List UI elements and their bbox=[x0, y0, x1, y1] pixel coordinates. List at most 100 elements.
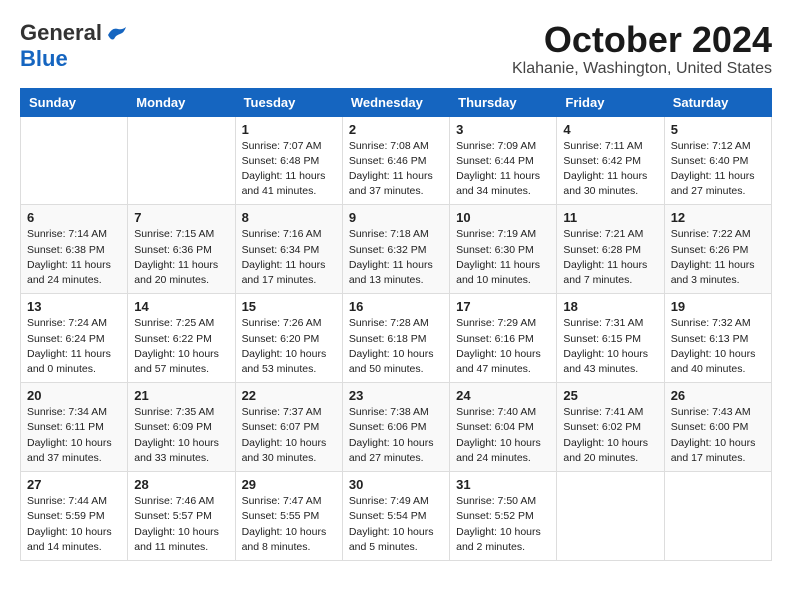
col-thursday: Thursday bbox=[450, 88, 557, 116]
day-number: 25 bbox=[563, 388, 657, 403]
day-number: 7 bbox=[134, 210, 228, 225]
calendar-header-row: Sunday Monday Tuesday Wednesday Thursday… bbox=[21, 88, 772, 116]
day-info: Sunrise: 7:14 AM Sunset: 6:38 PM Dayligh… bbox=[27, 227, 121, 288]
day-info: Sunrise: 7:16 AM Sunset: 6:34 PM Dayligh… bbox=[242, 227, 336, 288]
calendar-title: October 2024 bbox=[512, 20, 772, 60]
table-row bbox=[21, 116, 128, 205]
table-row: 22 Sunrise: 7:37 AM Sunset: 6:07 PM Dayli… bbox=[235, 383, 342, 472]
day-info: Sunrise: 7:18 AM Sunset: 6:32 PM Dayligh… bbox=[349, 227, 443, 288]
day-info: Sunrise: 7:46 AM Sunset: 5:57 PM Dayligh… bbox=[134, 494, 228, 555]
day-info: Sunrise: 7:28 AM Sunset: 6:18 PM Dayligh… bbox=[349, 316, 443, 377]
day-info: Sunrise: 7:44 AM Sunset: 5:59 PM Dayligh… bbox=[27, 494, 121, 555]
day-number: 14 bbox=[134, 299, 228, 314]
day-info: Sunrise: 7:37 AM Sunset: 6:07 PM Dayligh… bbox=[242, 405, 336, 466]
day-number: 13 bbox=[27, 299, 121, 314]
table-row: 28 Sunrise: 7:46 AM Sunset: 5:57 PM Dayli… bbox=[128, 472, 235, 561]
table-row: 2 Sunrise: 7:08 AM Sunset: 6:46 PM Daylig… bbox=[342, 116, 449, 205]
table-row: 23 Sunrise: 7:38 AM Sunset: 6:06 PM Dayli… bbox=[342, 383, 449, 472]
table-row: 30Sunrise: 7:49 AM Sunset: 5:54 PM Dayli… bbox=[342, 472, 449, 561]
table-row: 13 Sunrise: 7:24 AM Sunset: 6:24 PM Dayli… bbox=[21, 294, 128, 383]
day-number: 29 bbox=[242, 477, 336, 492]
table-row: 27 Sunrise: 7:44 AM Sunset: 5:59 PM Dayli… bbox=[21, 472, 128, 561]
day-info: Sunrise: 7:21 AM Sunset: 6:28 PM Dayligh… bbox=[563, 227, 657, 288]
table-row: 16 Sunrise: 7:28 AM Sunset: 6:18 PM Dayli… bbox=[342, 294, 449, 383]
day-info: Sunrise: 7:38 AM Sunset: 6:06 PM Dayligh… bbox=[349, 405, 443, 466]
table-row: 21Sunrise: 7:35 AM Sunset: 6:09 PM Dayli… bbox=[128, 383, 235, 472]
table-row: 25 Sunrise: 7:41 AM Sunset: 6:02 PM Dayli… bbox=[557, 383, 664, 472]
table-row: 4Sunrise: 7:11 AM Sunset: 6:42 PM Daylig… bbox=[557, 116, 664, 205]
day-info: Sunrise: 7:50 AM Sunset: 5:52 PM Dayligh… bbox=[456, 494, 550, 555]
col-sunday: Sunday bbox=[21, 88, 128, 116]
day-number: 15 bbox=[242, 299, 336, 314]
day-info: Sunrise: 7:22 AM Sunset: 6:26 PM Dayligh… bbox=[671, 227, 765, 288]
table-row: 31 Sunrise: 7:50 AM Sunset: 5:52 PM Dayli… bbox=[450, 472, 557, 561]
day-info: Sunrise: 7:41 AM Sunset: 6:02 PM Dayligh… bbox=[563, 405, 657, 466]
day-number: 5 bbox=[671, 122, 765, 137]
day-number: 4 bbox=[563, 122, 657, 137]
table-row: 10 Sunrise: 7:19 AM Sunset: 6:30 PM Dayli… bbox=[450, 205, 557, 294]
calendar-week-row: 13 Sunrise: 7:24 AM Sunset: 6:24 PM Dayli… bbox=[21, 294, 772, 383]
page-header: General Blue October 2024 Klahanie, Wash… bbox=[20, 20, 772, 78]
day-info: Sunrise: 7:26 AM Sunset: 6:20 PM Dayligh… bbox=[242, 316, 336, 377]
day-number: 28 bbox=[134, 477, 228, 492]
day-number: 18 bbox=[563, 299, 657, 314]
day-number: 10 bbox=[456, 210, 550, 225]
day-info: Sunrise: 7:09 AM Sunset: 6:44 PM Dayligh… bbox=[456, 139, 550, 200]
day-info: Sunrise: 7:12 AM Sunset: 6:40 PM Dayligh… bbox=[671, 139, 765, 200]
day-info: Sunrise: 7:49 AM Sunset: 5:54 PM Dayligh… bbox=[349, 494, 443, 555]
day-number: 26 bbox=[671, 388, 765, 403]
day-info: Sunrise: 7:40 AM Sunset: 6:04 PM Dayligh… bbox=[456, 405, 550, 466]
calendar-table: Sunday Monday Tuesday Wednesday Thursday… bbox=[20, 88, 772, 561]
day-number: 11 bbox=[563, 210, 657, 225]
day-number: 2 bbox=[349, 122, 443, 137]
logo-general: General bbox=[20, 20, 102, 46]
table-row: 29Sunrise: 7:47 AM Sunset: 5:55 PM Dayli… bbox=[235, 472, 342, 561]
col-wednesday: Wednesday bbox=[342, 88, 449, 116]
table-row: 19 Sunrise: 7:32 AM Sunset: 6:13 PM Dayli… bbox=[664, 294, 771, 383]
table-row: 18Sunrise: 7:31 AM Sunset: 6:15 PM Dayli… bbox=[557, 294, 664, 383]
day-info: Sunrise: 7:08 AM Sunset: 6:46 PM Dayligh… bbox=[349, 139, 443, 200]
day-number: 16 bbox=[349, 299, 443, 314]
table-row bbox=[664, 472, 771, 561]
day-info: Sunrise: 7:07 AM Sunset: 6:48 PM Dayligh… bbox=[242, 139, 336, 200]
day-number: 23 bbox=[349, 388, 443, 403]
table-row: 20 Sunrise: 7:34 AM Sunset: 6:11 PM Dayli… bbox=[21, 383, 128, 472]
table-row: 15 Sunrise: 7:26 AM Sunset: 6:20 PM Dayli… bbox=[235, 294, 342, 383]
day-number: 20 bbox=[27, 388, 121, 403]
day-number: 27 bbox=[27, 477, 121, 492]
day-number: 31 bbox=[456, 477, 550, 492]
day-info: Sunrise: 7:25 AM Sunset: 6:22 PM Dayligh… bbox=[134, 316, 228, 377]
calendar-week-row: 6 Sunrise: 7:14 AM Sunset: 6:38 PM Daylig… bbox=[21, 205, 772, 294]
day-number: 8 bbox=[242, 210, 336, 225]
day-number: 24 bbox=[456, 388, 550, 403]
col-friday: Friday bbox=[557, 88, 664, 116]
table-row: 26 Sunrise: 7:43 AM Sunset: 6:00 PM Dayli… bbox=[664, 383, 771, 472]
day-number: 21 bbox=[134, 388, 228, 403]
logo-blue: Blue bbox=[20, 46, 68, 71]
day-info: Sunrise: 7:24 AM Sunset: 6:24 PM Dayligh… bbox=[27, 316, 121, 377]
day-info: Sunrise: 7:29 AM Sunset: 6:16 PM Dayligh… bbox=[456, 316, 550, 377]
day-number: 6 bbox=[27, 210, 121, 225]
day-number: 17 bbox=[456, 299, 550, 314]
day-info: Sunrise: 7:43 AM Sunset: 6:00 PM Dayligh… bbox=[671, 405, 765, 466]
title-block: October 2024 Klahanie, Washington, Unite… bbox=[512, 20, 772, 78]
day-info: Sunrise: 7:32 AM Sunset: 6:13 PM Dayligh… bbox=[671, 316, 765, 377]
day-info: Sunrise: 7:34 AM Sunset: 6:11 PM Dayligh… bbox=[27, 405, 121, 466]
calendar-week-row: 20 Sunrise: 7:34 AM Sunset: 6:11 PM Dayli… bbox=[21, 383, 772, 472]
calendar-week-row: 1 Sunrise: 7:07 AM Sunset: 6:48 PM Daylig… bbox=[21, 116, 772, 205]
table-row: 6 Sunrise: 7:14 AM Sunset: 6:38 PM Daylig… bbox=[21, 205, 128, 294]
table-row: 7Sunrise: 7:15 AM Sunset: 6:36 PM Daylig… bbox=[128, 205, 235, 294]
day-number: 22 bbox=[242, 388, 336, 403]
table-row: 8 Sunrise: 7:16 AM Sunset: 6:34 PM Daylig… bbox=[235, 205, 342, 294]
calendar-week-row: 27 Sunrise: 7:44 AM Sunset: 5:59 PM Dayli… bbox=[21, 472, 772, 561]
logo: General Blue bbox=[20, 20, 128, 72]
table-row bbox=[557, 472, 664, 561]
day-number: 19 bbox=[671, 299, 765, 314]
day-number: 1 bbox=[242, 122, 336, 137]
day-info: Sunrise: 7:19 AM Sunset: 6:30 PM Dayligh… bbox=[456, 227, 550, 288]
day-number: 3 bbox=[456, 122, 550, 137]
col-tuesday: Tuesday bbox=[235, 88, 342, 116]
table-row bbox=[128, 116, 235, 205]
table-row: 24 Sunrise: 7:40 AM Sunset: 6:04 PM Dayli… bbox=[450, 383, 557, 472]
table-row: 3 Sunrise: 7:09 AM Sunset: 6:44 PM Daylig… bbox=[450, 116, 557, 205]
